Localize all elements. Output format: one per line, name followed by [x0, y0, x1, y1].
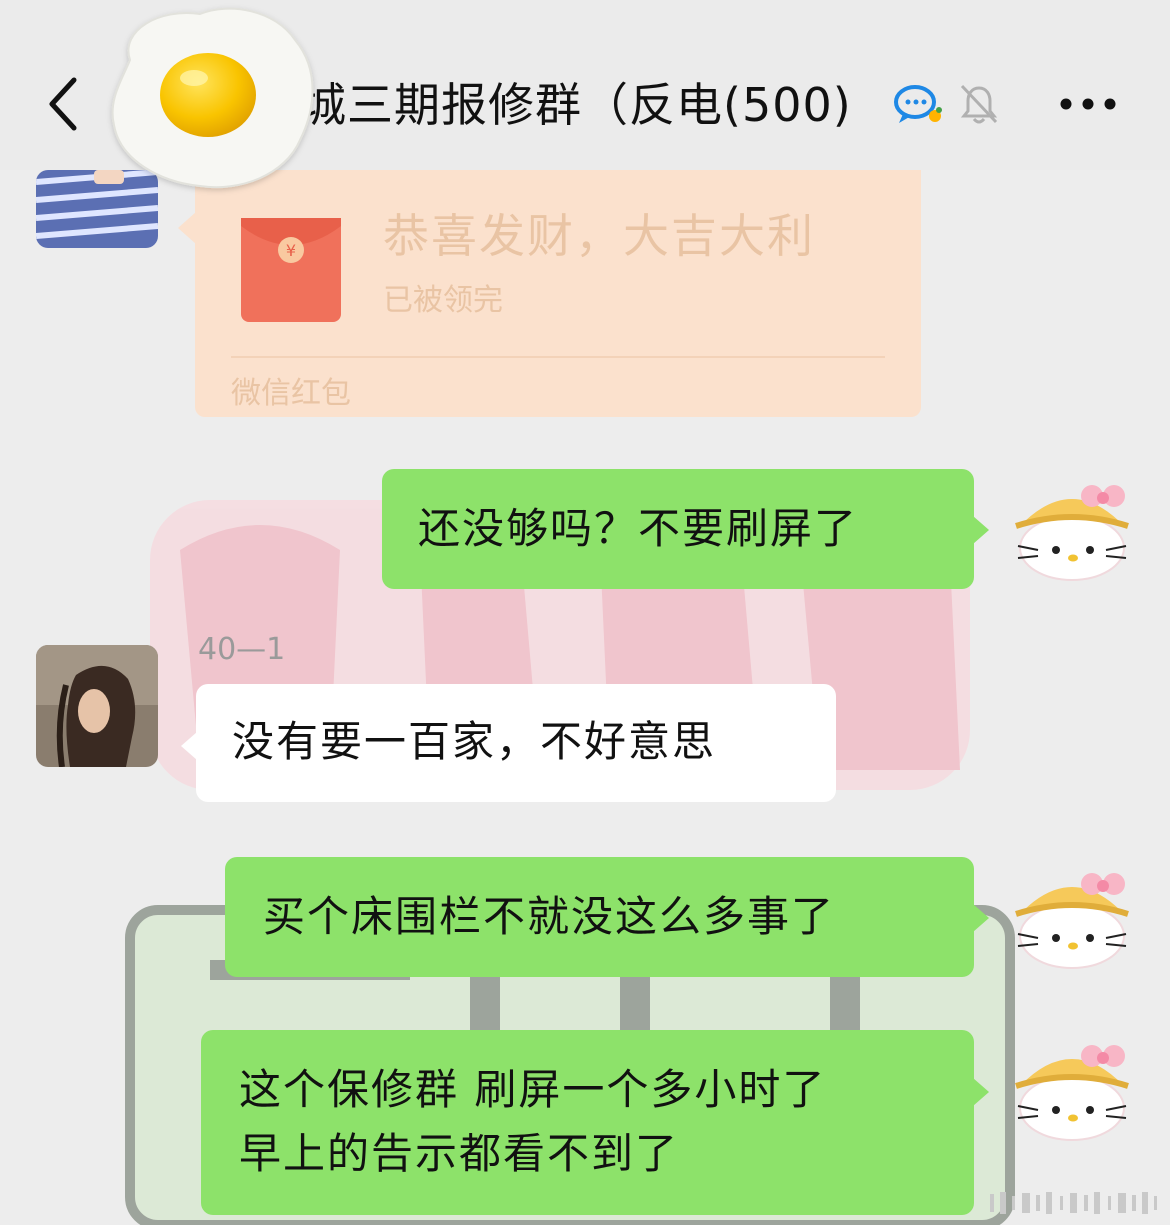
red-packet-status: 已被领完: [383, 283, 503, 318]
message-bubble-incoming[interactable]: 没有要一百家，不好意思: [196, 684, 836, 802]
chat-area[interactable]: ¥ 恭喜发财，大吉大利 已被领完 微信红包 还没够吗？不要刷屏了 40—1 没有…: [0, 170, 1170, 1225]
red-packet-title: 恭喜发财，大吉大利: [383, 209, 815, 263]
chat-bubble-icon[interactable]: [893, 82, 945, 126]
bubble-pointer: [973, 1078, 989, 1106]
packet-pointer: [178, 212, 196, 244]
bell-off-icon: [960, 84, 998, 124]
bubble-pointer: [973, 516, 989, 544]
my-avatar[interactable]: [1010, 866, 1134, 970]
red-packet-divider: [231, 356, 885, 358]
member-count: (500): [723, 78, 852, 132]
fried-egg-sticker: [111, 7, 314, 189]
red-packet-footer: 微信红包: [231, 376, 351, 411]
bubble-pointer: [181, 732, 197, 760]
message-text: 没有要一百家，不好意思: [232, 717, 717, 766]
chat-title: 城三期报修群（反电(500): [300, 70, 852, 140]
my-avatar[interactable]: [1010, 478, 1134, 582]
red-packet-card[interactable]: ¥ 恭喜发财，大吉大利 已被领完 微信红包: [195, 170, 921, 417]
message-text: 还没够吗？不要刷屏了: [418, 504, 859, 553]
message-bubble-outgoing[interactable]: 这个保修群 刷屏一个多小时了 早上的告示都看不到了: [201, 1030, 974, 1215]
more-dots-icon[interactable]: [1058, 96, 1118, 112]
bubble-pointer: [973, 904, 989, 932]
message-text: 买个床围栏不就没这么多事了: [263, 892, 836, 941]
sender-avatar[interactable]: [36, 645, 158, 767]
message-bubble-outgoing[interactable]: 还没够吗？不要刷屏了: [382, 469, 974, 589]
chevron-left-icon[interactable]: [40, 72, 88, 136]
message-text-line: 这个保修群 刷屏一个多小时了: [239, 1065, 827, 1114]
watermark-mark: [990, 1192, 1157, 1214]
message-bubble-outgoing[interactable]: 买个床围栏不就没这么多事了: [225, 857, 974, 977]
svg-text:¥: ¥: [286, 241, 296, 260]
my-avatar[interactable]: [1010, 1038, 1134, 1142]
group-name: 城三期报修群（反电: [300, 78, 723, 132]
red-envelope-icon: ¥: [241, 218, 341, 322]
message-text-line: 早上的告示都看不到了: [239, 1129, 680, 1178]
sender-name: 40—1: [198, 632, 286, 667]
